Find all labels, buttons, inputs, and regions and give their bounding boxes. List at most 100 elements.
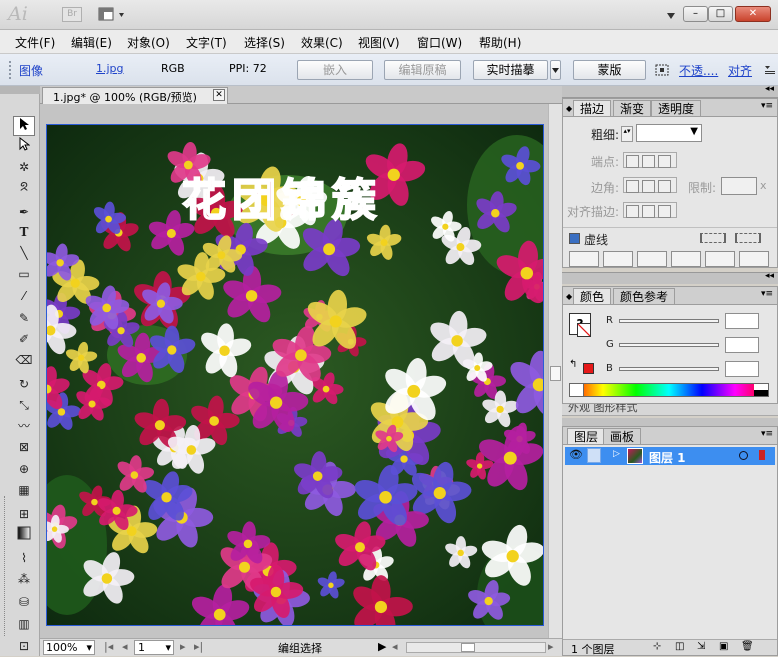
menu-file[interactable]: 文件(F) [15, 34, 55, 51]
scale-tool-icon[interactable]: ⤡ [13, 395, 35, 415]
stroke-swatch-none[interactable] [577, 323, 591, 337]
mesh-tool-icon[interactable]: ⊞ [13, 504, 35, 524]
layers-dock-header[interactable] [562, 418, 778, 426]
live-trace-dropdown[interactable] [550, 60, 561, 80]
new-sublayer-icon[interactable]: ⇲ [697, 641, 705, 652]
tab-toggle-icon[interactable]: ◆ [566, 292, 572, 301]
embed-button[interactable]: 嵌入 [297, 60, 373, 80]
new-layer-icon[interactable]: ▣ [719, 641, 728, 652]
type-tool-icon[interactable]: T [13, 222, 35, 242]
channel-b-slider[interactable] [619, 367, 719, 371]
vertical-scrollbar[interactable] [548, 104, 562, 638]
limit-field[interactable] [721, 177, 757, 195]
edit-original-button[interactable]: 编辑原稿 [384, 60, 461, 80]
corner-buttons[interactable] [623, 177, 677, 193]
transform-icon[interactable] [655, 64, 669, 79]
restore-button[interactable]: □ [708, 6, 733, 22]
direct-selection-tool-icon[interactable] [13, 136, 35, 157]
paintbrush-tool-icon[interactable]: ⁄ [13, 286, 35, 306]
swap-icon[interactable]: ↰ [569, 359, 577, 370]
mask-button[interactable]: 蒙版 [573, 60, 646, 80]
collapse-icon[interactable]: ◂◂ [765, 271, 774, 281]
last-page-icon[interactable]: ▸| [194, 640, 203, 653]
panel-menu-icon[interactable] [765, 64, 775, 78]
scroll-thumb[interactable] [550, 366, 561, 381]
align-center-icon[interactable] [626, 205, 639, 218]
dash-field-1[interactable] [569, 251, 599, 267]
none-swatch[interactable] [570, 384, 584, 396]
live-trace-button[interactable]: 实时描摹 [473, 60, 548, 80]
fill-swatch[interactable] [583, 363, 594, 374]
gap-field-1[interactable] [603, 251, 633, 267]
color-spectrum[interactable] [569, 383, 769, 397]
projecting-cap-icon[interactable] [658, 155, 671, 168]
round-cap-icon[interactable] [642, 155, 655, 168]
butt-cap-icon[interactable] [626, 155, 639, 168]
color-dock-header[interactable]: ◂◂ [562, 271, 778, 284]
menu-object[interactable]: 对象(O) [127, 34, 170, 51]
gap-field-3[interactable] [739, 251, 769, 267]
gap-field-2[interactable] [671, 251, 701, 267]
channel-r-slider[interactable] [619, 319, 719, 323]
menu-help[interactable]: 帮助(H) [479, 34, 521, 51]
symbol-sprayer-tool-icon[interactable]: ⛁ [13, 592, 35, 612]
eraser-tool-icon[interactable]: ⌫ [13, 350, 35, 370]
opacity-link[interactable]: 不透.... [679, 62, 718, 79]
expand-triangle-icon[interactable]: ▷ [613, 449, 620, 459]
tab-layers[interactable]: 图层 [567, 428, 606, 444]
visibility-eye-icon[interactable]: 👁 [569, 448, 583, 461]
blend-tool-icon[interactable]: ⁂ [13, 569, 35, 589]
weight-select[interactable]: ▼ [636, 124, 702, 142]
layer-name[interactable]: 图层 1 [649, 449, 686, 466]
align-inside-icon[interactable] [642, 205, 655, 218]
delete-layer-icon[interactable]: 🗑 [741, 641, 754, 652]
placed-image[interactable]: 花团锦簇 [46, 124, 544, 626]
free-transform-tool-icon[interactable]: ⊠ [13, 437, 35, 457]
shape-builder-tool-icon[interactable]: ⊕ [13, 459, 35, 479]
blob-brush-tool-icon[interactable]: ✐ [13, 329, 35, 349]
grip-handle[interactable] [9, 61, 11, 79]
menu-effect[interactable]: 效果(C) [301, 34, 343, 51]
dashed-line-checkbox[interactable] [569, 233, 580, 244]
tab-stroke[interactable]: 描边 [573, 100, 612, 116]
warp-tool-icon[interactable]: 〰 [13, 416, 35, 436]
bevel-join-icon[interactable] [658, 180, 671, 193]
lasso-tool-icon[interactable]: ᘝ [13, 177, 35, 197]
tab-gradient[interactable]: 渐变 [613, 100, 652, 116]
align-outside-icon[interactable] [658, 205, 671, 218]
cap-buttons[interactable] [623, 152, 677, 168]
round-join-icon[interactable] [642, 180, 655, 193]
pencil-tool-icon[interactable]: ✎ [13, 308, 35, 328]
scroll-right-icon[interactable]: ▸ [548, 640, 554, 653]
tools-panel-header[interactable] [0, 86, 40, 94]
arrange-documents-button[interactable] [98, 7, 128, 23]
tab-toggle-icon[interactable]: ◆ [566, 104, 572, 113]
tab-color[interactable]: 颜色 [573, 288, 612, 304]
weight-stepper[interactable]: ▴▾ [621, 126, 633, 142]
gradient-tool-icon[interactable] [13, 526, 35, 546]
bridge-button[interactable]: Br [62, 7, 82, 22]
artboard-tool-icon[interactable]: ⊡ [13, 636, 35, 656]
rectangle-tool-icon[interactable]: ▭ [13, 264, 35, 284]
menu-select[interactable]: 选择(S) [244, 34, 285, 51]
menu-type[interactable]: 文字(T) [186, 34, 227, 51]
prev-page-icon[interactable]: ◂ [122, 640, 128, 653]
graph-tool-icon[interactable]: ▥ [13, 614, 35, 634]
layer-row[interactable]: 👁 ▷ 图层 1 [565, 447, 775, 465]
panel-menu-icon[interactable]: ▾≡ [761, 101, 773, 111]
scroll-left-icon[interactable]: ◂ [392, 640, 398, 653]
canvas-area[interactable]: 花团锦簇 [40, 104, 548, 638]
collapsed-appearance-tabs[interactable]: 外观 图形样式 [562, 404, 778, 416]
panel-menu-icon[interactable]: ▾≡ [761, 429, 773, 439]
collapse-icon[interactable]: ◂◂ [765, 84, 774, 94]
panel-menu-icon[interactable]: ▾≡ [761, 289, 773, 299]
dash-field-3[interactable] [705, 251, 735, 267]
channel-b-field[interactable] [725, 361, 759, 377]
channel-r-field[interactable] [725, 313, 759, 329]
status-menu-icon[interactable]: ▶ [378, 640, 386, 653]
minimize-button[interactable]: – [683, 6, 708, 22]
align-link[interactable]: 对齐 [728, 62, 752, 79]
lock-toggle[interactable] [587, 448, 601, 463]
clipping-mask-icon[interactable]: ◫ [675, 641, 684, 652]
menu-edit[interactable]: 编辑(E) [71, 34, 112, 51]
